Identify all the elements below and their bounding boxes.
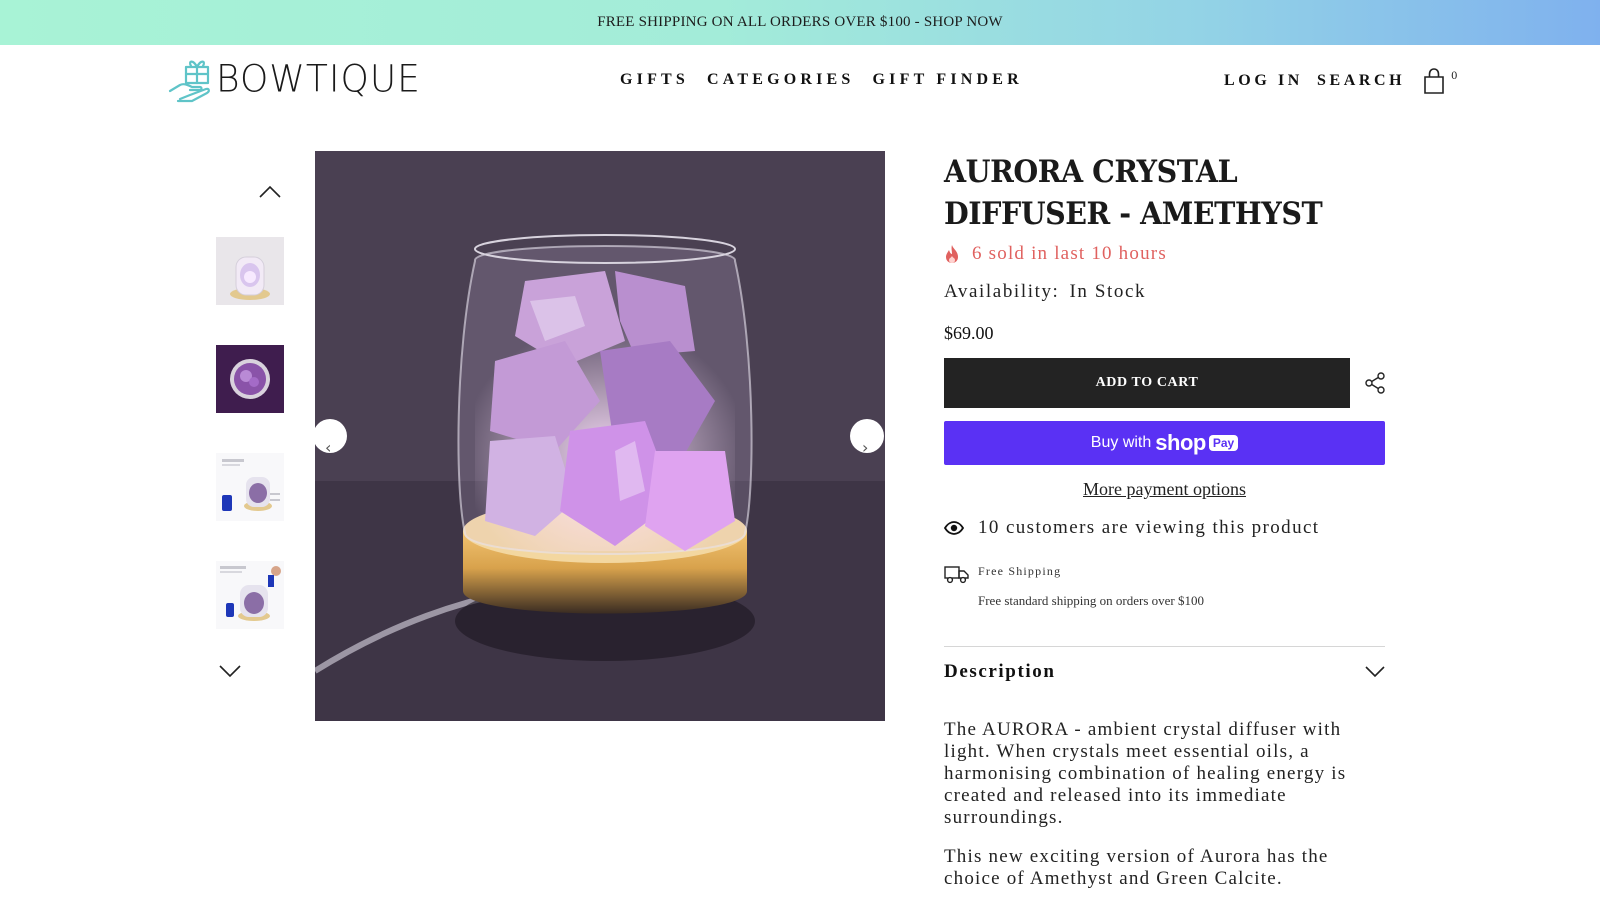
thumbnail-diffuser-oil-image <box>216 453 284 521</box>
divider <box>944 646 1385 647</box>
shipping-subtitle: Free standard shipping on orders over $1… <box>978 593 1205 608</box>
description-heading: Description <box>944 661 1056 682</box>
shipping-info: Free Shipping Free standard shipping on … <box>944 564 1385 624</box>
utility-nav: LOG IN SEARCH 0 <box>1224 68 1457 94</box>
search-link[interactable]: SEARCH <box>1317 72 1405 90</box>
crystal-diffuser-image <box>315 151 885 721</box>
thumbnail-3[interactable] <box>216 453 284 521</box>
logo-text: BOWTIQUE <box>216 57 421 101</box>
availability-value: In Stock <box>1069 281 1147 302</box>
shipping-title: Free Shipping <box>978 564 1062 578</box>
thumbnail-4[interactable] <box>216 561 284 629</box>
thumbnail-diffuser-white-image <box>216 237 284 305</box>
login-link[interactable]: LOG IN <box>1224 72 1303 90</box>
description-paragraph-1: The AURORA - ambient crystal diffuser wi… <box>944 719 1347 828</box>
availability: Availability: In Stock <box>944 281 1146 303</box>
truck-icon <box>944 566 969 584</box>
eye-icon <box>944 521 964 535</box>
thumbnail-diffuser-drop-image <box>216 561 284 629</box>
announcement-text[interactable]: FREE SHIPPING ON ALL ORDERS OVER $100 - … <box>597 14 1003 31</box>
product-info: AURORA CRYSTAL DIFFUSER - AMETHYST 6 sol… <box>944 151 1386 889</box>
next-arrow-icon: › <box>862 438 869 457</box>
viewing-text: 10 customers are viewing this product <box>978 517 1320 538</box>
cart-count: 0 <box>1451 68 1458 82</box>
shop-pay-prefix: Buy with <box>1090 434 1152 451</box>
main-nav: GIFTS CATEGORIES GIFT FINDER <box>620 71 1041 89</box>
product-price: $69.00 <box>944 323 994 343</box>
sold-text: 6 sold in last 10 hours <box>972 243 1167 264</box>
shop-pay-brand: shop <box>1155 430 1206 455</box>
nav-categories[interactable]: CATEGORIES <box>707 71 855 89</box>
description-toggle[interactable]: Description <box>944 661 1385 683</box>
prev-arrow-icon: ‹ <box>325 438 332 457</box>
main-product-image[interactable]: ‹ › <box>315 151 885 721</box>
description-paragraph-2: This new exciting version of Aurora has … <box>944 846 1329 889</box>
site-header: BOWTIQUE GIFTS CATEGORIES GIFT FINDER LO… <box>0 45 1600 120</box>
chevron-down-icon[interactable] <box>219 664 241 678</box>
nav-gift-finder[interactable]: GIFT FINDER <box>873 71 1023 89</box>
announcement-bar[interactable]: FREE SHIPPING ON ALL ORDERS OVER $100 - … <box>0 0 1600 45</box>
gift-hand-logo-icon <box>168 60 210 103</box>
cart-button[interactable]: 0 <box>1423 68 1457 94</box>
chevron-down-icon <box>1365 666 1385 678</box>
chevron-up-icon[interactable] <box>259 185 281 199</box>
add-to-cart-button[interactable]: ADD TO CART <box>944 358 1350 408</box>
share-icon[interactable] <box>1364 372 1386 394</box>
nav-gifts[interactable]: GIFTS <box>620 71 689 89</box>
viewing-indicator: 10 customers are viewing this product <box>944 517 1320 539</box>
thumbnail-1[interactable] <box>216 237 284 305</box>
product-title: AURORA CRYSTAL DIFFUSER - AMETHYST <box>944 154 1323 232</box>
thumbnail-diffuser-top-image <box>216 345 284 413</box>
fire-icon <box>946 245 958 263</box>
thumbnail-2[interactable] <box>216 345 284 413</box>
logo[interactable]: BOWTIQUE <box>166 55 421 103</box>
sold-indicator: 6 sold in last 10 hours <box>944 243 1167 265</box>
availability-label: Availability: <box>944 281 1060 302</box>
shop-pay-badge: Pay <box>1208 435 1239 451</box>
buy-with-shop-pay-button[interactable]: Buy with shop Pay <box>944 421 1385 465</box>
shopping-bag-icon <box>1424 68 1445 94</box>
more-payment-options-link[interactable]: More payment options <box>944 479 1385 500</box>
